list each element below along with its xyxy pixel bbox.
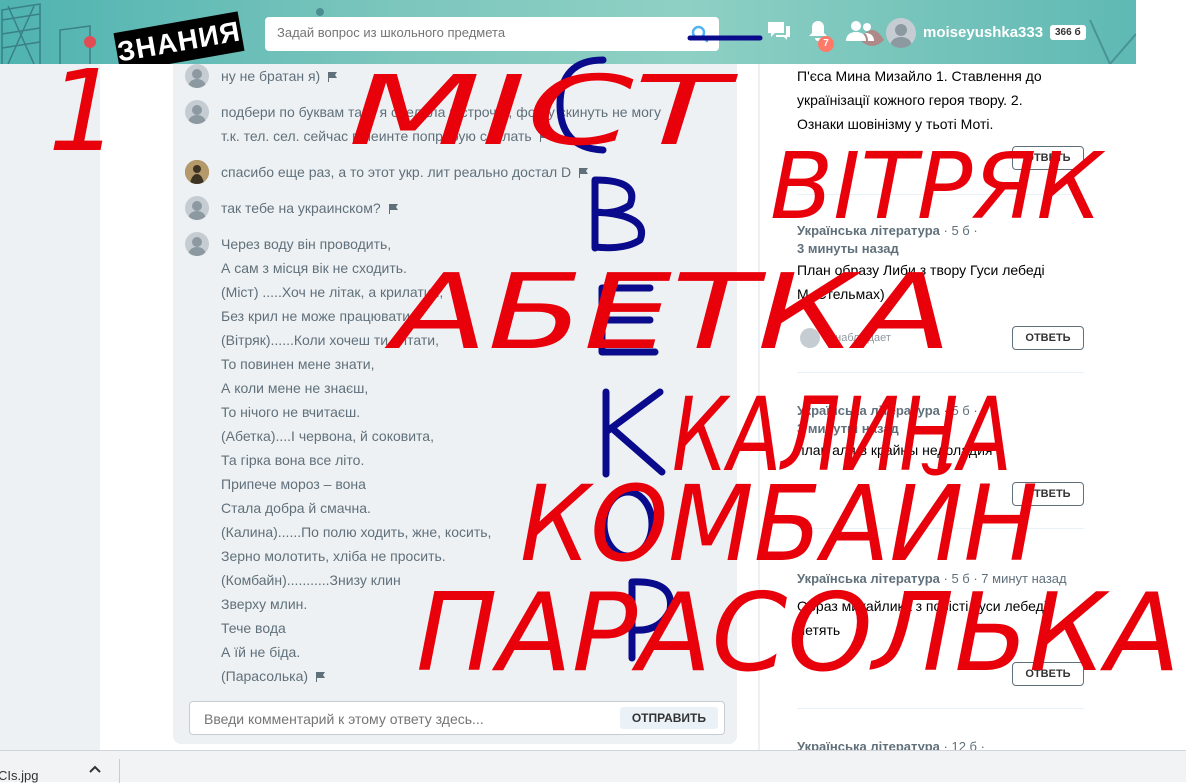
report-flag-icon[interactable] xyxy=(579,168,589,178)
question-time: 3 минуты назад xyxy=(797,241,899,256)
questions-feed: П'єса Мина Мизайло 1. Ставлення до украї… xyxy=(760,64,1136,750)
friends-icon[interactable] xyxy=(845,19,875,43)
question-meta: Українська література · 5 б · xyxy=(797,222,1087,240)
window-edge xyxy=(1136,0,1186,750)
commenter-avatar[interactable] xyxy=(185,64,209,88)
report-flag-icon[interactable] xyxy=(316,672,326,682)
comment-text: спасибо еще раз, а то этот укр. лит реал… xyxy=(221,164,572,180)
default-avatar-icon xyxy=(188,105,206,124)
chevron-up-icon[interactable] xyxy=(88,764,102,774)
subject-link[interactable]: Українська література xyxy=(797,739,940,750)
question-text[interactable]: план аля в крайны недоладия xyxy=(797,438,1087,462)
question-text[interactable]: П'єса Мина Мизайло 1. Ставлення до украї… xyxy=(797,64,1087,136)
question-points: · 5 б · 7 минут назад xyxy=(939,571,1067,586)
answer-button[interactable]: ОТВЕТЬ xyxy=(1012,146,1084,170)
question-text[interactable]: План образу Либи з твору Гуси лебеді М. … xyxy=(797,258,1087,306)
brainly-page: ЗНАНИЯ 7 moiseyushka333 366 б xyxy=(0,0,1136,750)
comment-input-box[interactable]: ОТПРАВИТЬ xyxy=(189,701,725,735)
send-comment-button[interactable]: ОТПРАВИТЬ xyxy=(619,707,718,729)
custom-avatar-icon xyxy=(185,160,209,184)
top-bar: ЗНАНИЯ 7 moiseyushka333 366 б xyxy=(0,0,1136,64)
commenter-avatar[interactable] xyxy=(185,160,209,184)
notifications-count-badge: 7 xyxy=(818,36,834,52)
report-flag-icon[interactable] xyxy=(539,132,549,142)
comment-text: подбери по буквам там, я сделала в строч… xyxy=(221,104,661,144)
report-flag-icon[interactable] xyxy=(388,204,398,214)
watcher-avatar xyxy=(800,328,820,348)
question-meta: Українська література · 5 б · 7 минут на… xyxy=(797,570,1087,588)
divider xyxy=(119,759,120,783)
messages-icon[interactable] xyxy=(766,19,792,43)
question-item[interactable]: П'єса Мина Мизайло 1. Ставлення до украї… xyxy=(797,64,1087,136)
user-avatar[interactable] xyxy=(886,18,916,48)
question-points: · 5 б · xyxy=(939,223,978,238)
question-text[interactable]: Образ михайлика з повісті Гуси лебеді ле… xyxy=(797,594,1087,642)
question-meta: Українська література · 12 б · xyxy=(797,738,1087,750)
answer-button[interactable]: ОТВЕТЬ xyxy=(1012,326,1084,350)
comment-text: Через воду він проводить, А сам з місця … xyxy=(221,236,492,684)
comments-panel: ну не братан я) подбери по буквам там, я… xyxy=(173,64,737,744)
divider xyxy=(797,194,1084,195)
default-avatar-icon xyxy=(188,69,206,88)
default-avatar-icon xyxy=(188,237,206,256)
comment-input[interactable] xyxy=(202,710,606,728)
subject-link[interactable]: Українська література xyxy=(797,403,940,418)
commenter-avatar[interactable] xyxy=(185,232,209,256)
download-bar: CIs.jpg xyxy=(0,750,1186,783)
default-avatar-icon xyxy=(890,24,912,48)
question-item[interactable]: Українська література · 5 б · 3 минуты н… xyxy=(797,222,1087,306)
subject-link[interactable]: Українська література xyxy=(797,223,940,238)
commenter-avatar[interactable] xyxy=(185,196,209,220)
divider xyxy=(797,528,1084,529)
question-item[interactable]: Українська література · 5 б · 3 минуты н… xyxy=(797,402,1087,462)
question-time: 3 минуты назад xyxy=(797,421,899,436)
subject-link[interactable]: Українська література xyxy=(797,571,940,586)
points-badge: 366 б xyxy=(1050,25,1086,40)
question-meta: Українська література · 5 б · xyxy=(797,402,1087,420)
search-bar[interactable] xyxy=(265,17,719,51)
watchers-count: 1 наблюдает xyxy=(826,332,891,344)
comment-text: ну не братан я) xyxy=(221,68,321,84)
divider xyxy=(797,708,1084,709)
report-flag-icon[interactable] xyxy=(328,72,338,82)
username[interactable]: moiseyushka333 xyxy=(923,24,1043,41)
question-item[interactable]: Українська література · 12 б · xyxy=(797,738,1087,750)
commenter-avatar[interactable] xyxy=(185,100,209,124)
answer-button[interactable]: ОТВЕТЬ xyxy=(1012,662,1084,686)
question-points: · 5 б · xyxy=(939,403,978,418)
question-points: · 12 б · xyxy=(939,739,985,750)
question-item[interactable]: Українська література · 5 б · 7 минут на… xyxy=(797,570,1087,642)
search-input[interactable] xyxy=(275,24,679,41)
comment-text: так тебе на украинском? xyxy=(221,200,381,216)
divider xyxy=(797,372,1084,373)
default-avatar-icon xyxy=(188,201,206,220)
answer-button[interactable]: ОТВЕТЬ xyxy=(1012,482,1084,506)
search-icon[interactable] xyxy=(691,25,709,43)
